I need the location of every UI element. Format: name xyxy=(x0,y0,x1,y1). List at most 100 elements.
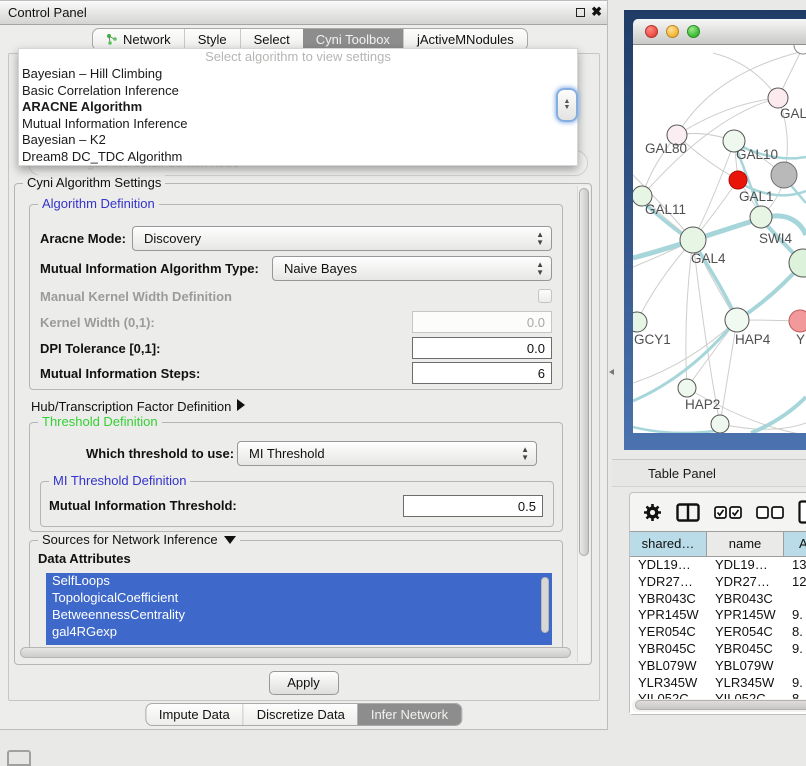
dropdown-item[interactable]: Mutual Information Inference xyxy=(19,116,577,133)
node-gal4[interactable] xyxy=(680,227,706,253)
cell[interactable]: YDR27… xyxy=(707,574,784,591)
node-gal1[interactable] xyxy=(750,206,772,228)
collapse-down-icon[interactable] xyxy=(224,536,236,544)
attribute-item[interactable]: TopologicalCoefficient xyxy=(46,590,552,607)
new-table-icon[interactable] xyxy=(798,500,806,524)
hub-section-toggle[interactable]: Hub/Transcription Factor Definition xyxy=(31,399,245,414)
tab-network[interactable]: Network xyxy=(93,29,184,50)
deselect-all-icon[interactable] xyxy=(756,506,784,519)
which-threshold-combo[interactable]: MI Threshold ▲▼ xyxy=(237,441,537,466)
close-panel-icon[interactable]: ✖ xyxy=(591,4,602,20)
node-red-selected[interactable] xyxy=(729,171,747,189)
node-bottom-partial[interactable] xyxy=(711,415,729,433)
zoom-traffic-light-icon[interactable] xyxy=(687,25,700,38)
column-header-partial[interactable]: A xyxy=(784,532,806,556)
node-gray[interactable] xyxy=(771,162,797,188)
network-canvas[interactable]: GAL GAL80 GAL10 GAL11 GAL1 SWI4 GAL4 GCY… xyxy=(633,45,806,433)
select-all-icon[interactable] xyxy=(714,506,742,519)
attribute-item[interactable]: gal4RGexp xyxy=(46,624,552,641)
float-panel-icon[interactable] xyxy=(576,8,585,17)
aracne-mode-combo[interactable]: Discovery ▲▼ xyxy=(132,226,552,251)
cell[interactable]: YDR27… xyxy=(630,574,707,591)
table-row[interactable]: YDL19… YDL19… 13 xyxy=(630,557,806,574)
mi-threshold-field[interactable] xyxy=(403,495,543,517)
node-salmon[interactable] xyxy=(789,310,806,332)
dropdown-item[interactable]: Basic Correlation Inference xyxy=(19,83,577,100)
cell[interactable]: YBR045C xyxy=(630,641,707,658)
tab-impute-data[interactable]: Impute Data xyxy=(146,704,243,725)
cell[interactable]: YLR345W xyxy=(707,675,784,692)
cell[interactable]: YPR145W xyxy=(707,607,784,624)
table-hscroll-thumb[interactable] xyxy=(635,700,806,710)
table-row[interactable]: YDR27… YDR27… 12 xyxy=(630,574,806,591)
tab-cyni-toolbox[interactable]: Cyni Toolbox xyxy=(303,29,403,50)
algorithm-combo-focus-cap[interactable]: ▲ ▼ xyxy=(556,88,578,122)
manual-kernel-checkbox[interactable] xyxy=(538,289,552,303)
table-row[interactable]: YLR345W YLR345W 9. xyxy=(630,675,806,692)
tab-jactivemnodules[interactable]: jActiveMNodules xyxy=(403,29,527,50)
close-traffic-light-icon[interactable] xyxy=(645,25,658,38)
mi-type-combo[interactable]: Naive Bayes ▲▼ xyxy=(272,256,552,281)
cell[interactable]: YPR145W xyxy=(630,607,707,624)
settings-horizontal-scrollbar[interactable] xyxy=(18,646,573,660)
apply-button[interactable]: Apply xyxy=(269,671,339,695)
mi-steps-field[interactable] xyxy=(412,362,552,384)
table-horizontal-scrollbar[interactable] xyxy=(632,699,806,712)
node-hap2[interactable] xyxy=(678,379,696,397)
expand-right-icon[interactable] xyxy=(237,399,245,411)
cell[interactable] xyxy=(784,658,806,675)
dropdown-item[interactable]: Bayesian – Hill Climbing xyxy=(19,66,577,83)
table-row[interactable]: YBL079W YBL079W xyxy=(630,658,806,675)
cell[interactable]: 9. xyxy=(784,641,806,658)
cell[interactable]: YBR043C xyxy=(707,591,784,608)
column-header-name[interactable]: name xyxy=(707,532,784,556)
network-window-titlebar[interactable] xyxy=(633,19,806,45)
table-panel-header: Table Panel xyxy=(612,459,806,487)
mi-steps-label: Mutual Information Steps: xyxy=(40,366,200,381)
tab-infer-network[interactable]: Infer Network xyxy=(358,704,461,725)
attribute-item[interactable]: BetweennessCentrality xyxy=(46,607,552,624)
cell[interactable]: YDL19… xyxy=(630,557,707,574)
hscroll-thumb[interactable] xyxy=(20,647,571,658)
cell[interactable]: 9. xyxy=(784,607,806,624)
minimize-traffic-light-icon[interactable] xyxy=(666,25,679,38)
cell[interactable]: YBR045C xyxy=(707,641,784,658)
tab-select[interactable]: Select xyxy=(240,29,303,50)
kernel-width-field[interactable] xyxy=(412,311,552,333)
gear-icon[interactable] xyxy=(643,503,662,522)
data-attributes-list[interactable]: SelfLoops TopologicalCoefficient Between… xyxy=(46,573,552,645)
tab-style[interactable]: Style xyxy=(184,29,240,50)
cell[interactable]: YDL19… xyxy=(707,557,784,574)
cell[interactable]: YBL079W xyxy=(707,658,784,675)
cell[interactable]: YER054C xyxy=(707,624,784,641)
cell[interactable]: 13 xyxy=(784,557,806,574)
dropdown-item[interactable]: Bayesian – K2 xyxy=(19,132,577,149)
column-header-shared-name[interactable]: shared… xyxy=(630,532,707,556)
minimized-panel-tab[interactable] xyxy=(7,750,31,766)
cell[interactable]: YBL079W xyxy=(630,658,707,675)
dropdown-item-selected[interactable]: ARACNE Algorithm xyxy=(19,99,577,116)
table-row[interactable]: YER054C YER054C 8. xyxy=(630,624,806,641)
table-row[interactable]: YPR145W YPR145W 9. xyxy=(630,607,806,624)
table-row[interactable]: YBR045C YBR045C 9. xyxy=(630,641,806,658)
cell[interactable] xyxy=(784,591,806,608)
cell[interactable]: 12 xyxy=(784,574,806,591)
attributes-scrollbar[interactable] xyxy=(541,577,549,633)
tab-discretize-data[interactable]: Discretize Data xyxy=(243,704,358,725)
node-gal7[interactable] xyxy=(768,88,788,108)
settings-vertical-scrollbar[interactable] xyxy=(577,186,590,662)
split-columns-icon[interactable] xyxy=(676,503,700,522)
node-hap4[interactable] xyxy=(725,308,749,332)
dropdown-item[interactable]: Dream8 DC_TDC Algorithm xyxy=(19,149,577,166)
vscroll-thumb[interactable] xyxy=(579,188,589,556)
cell[interactable]: YBR043C xyxy=(630,591,707,608)
cell[interactable]: 8. xyxy=(784,624,806,641)
table-row[interactable]: YBR043C YBR043C xyxy=(630,591,806,608)
combo-stepper-icon: ▲▼ xyxy=(521,446,529,462)
attribute-item[interactable]: SelfLoops xyxy=(46,573,552,590)
cell[interactable]: YER054C xyxy=(630,624,707,641)
dpi-tolerance-field[interactable] xyxy=(412,337,552,359)
cell[interactable]: 9. xyxy=(784,675,806,692)
cell[interactable]: YLR345W xyxy=(630,675,707,692)
node-gcy1[interactable] xyxy=(633,312,647,332)
